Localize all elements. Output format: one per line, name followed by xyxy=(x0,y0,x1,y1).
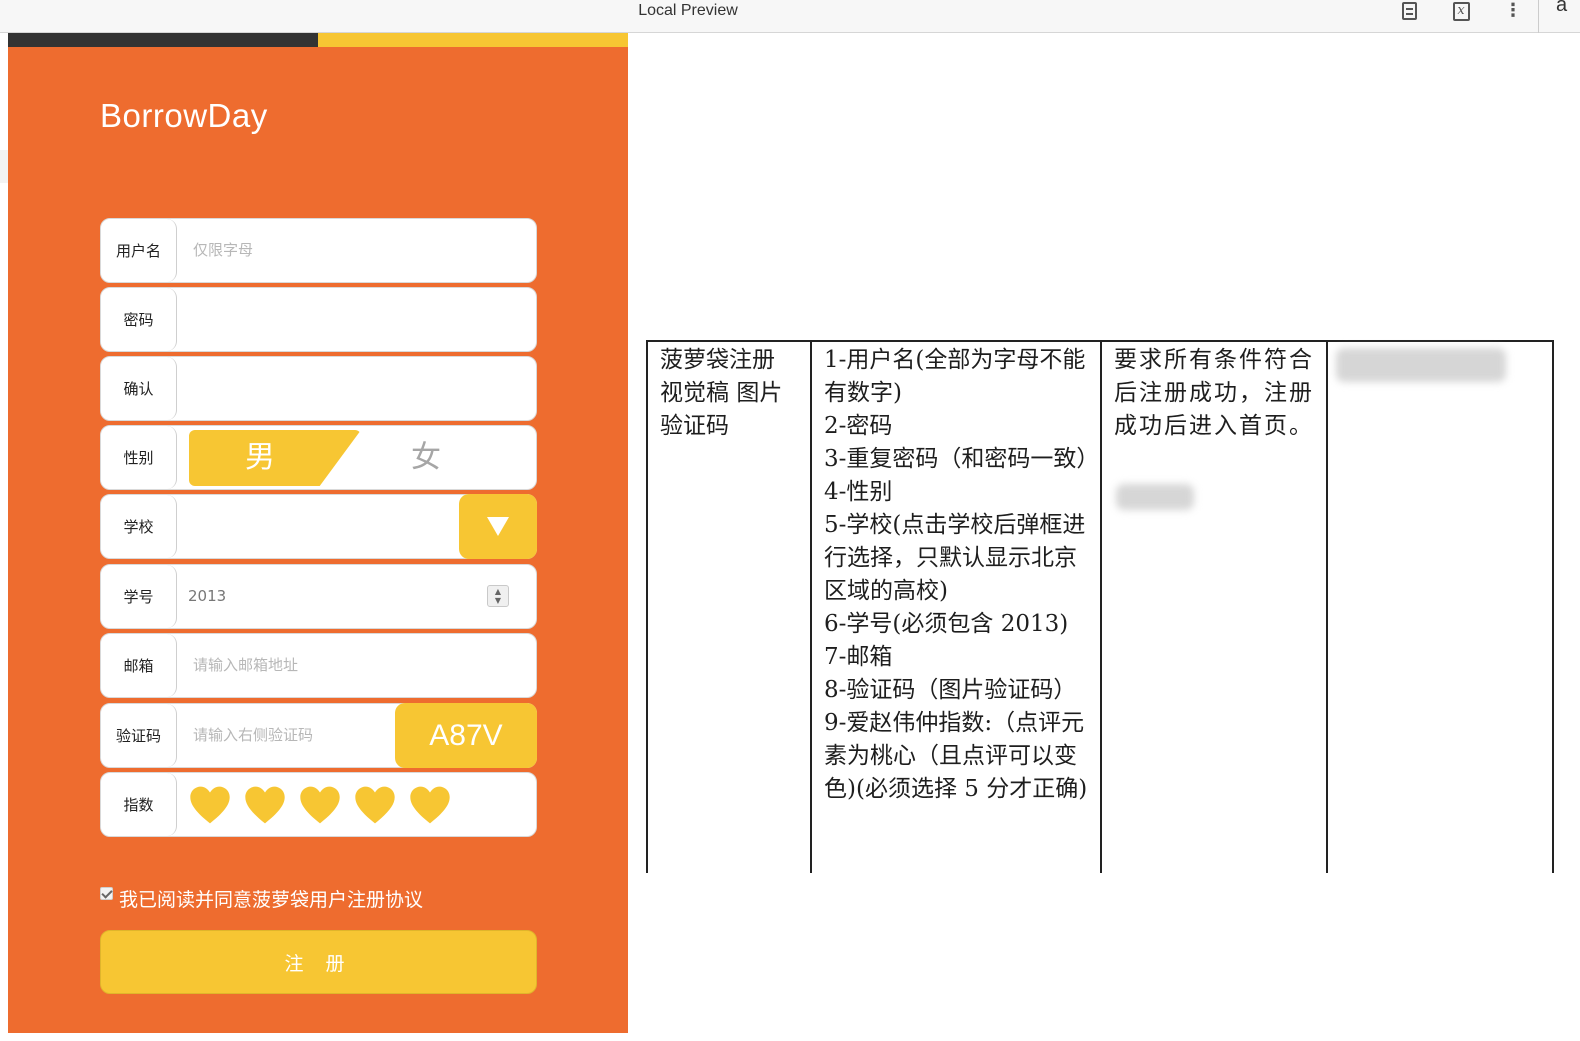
heart-icon[interactable] xyxy=(189,784,231,826)
school-row: 学校 xyxy=(100,494,537,559)
registration-panel: BorrowDay 用户名 仅限字母 密码 确认 性别 男 女 学校 学号 20… xyxy=(8,33,628,1033)
school-label: 学校 xyxy=(101,495,177,558)
email-label: 邮箱 xyxy=(101,634,177,697)
captcha-image[interactable]: A87V xyxy=(395,703,537,768)
more-vertical-icon[interactable]: ⋮ xyxy=(1502,0,1524,22)
captcha-row: 验证码 请输入右侧验证码 A87V xyxy=(100,703,537,768)
school-input[interactable] xyxy=(181,495,451,558)
student-id-row: 学号 2013 ▲ ▼ xyxy=(100,564,537,629)
condition-text: 要求所有条件符合后注册成功，注册成功后进入首页。 xyxy=(1114,347,1314,439)
requirement-item: 3-重复密码（和密码一致） xyxy=(824,446,1100,472)
student-id-label: 学号 xyxy=(101,565,177,628)
confirm-password-label: 确认 xyxy=(101,357,177,420)
confirm-password-row: 确认 xyxy=(100,356,537,421)
table-cell-condition: 要求所有条件符合后注册成功，注册成功后进入首页。 xyxy=(1100,342,1326,873)
requirements-table: 菠萝袋注册 视觉稿 图片验证码 1-用户名(全部为字母不能有数字) 2-密码 3… xyxy=(646,340,1554,873)
window-titlebar: Local Preview x ⋮ a xyxy=(0,0,1580,33)
heart-icon[interactable] xyxy=(244,784,286,826)
student-id-input[interactable]: 2013 xyxy=(188,565,226,628)
agreement: 我已阅读并同意菠萝袋用户注册协议 xyxy=(100,885,423,912)
username-input[interactable]: 仅限字母 xyxy=(193,219,253,282)
table-cell-requirements: 1-用户名(全部为字母不能有数字) 2-密码 3-重复密码（和密码一致） 4-性… xyxy=(810,342,1100,873)
requirement-item: 2-密码 xyxy=(824,413,893,439)
heart-icon[interactable] xyxy=(299,784,341,826)
heart-icon[interactable] xyxy=(409,784,451,826)
dropdown-triangle-icon xyxy=(487,517,509,536)
requirement-item: 6-学号(必须包含 2013) xyxy=(824,611,1069,637)
requirement-item: 5-学校(点击学校后弹框进行选择，只默认显示北京区域的高校) xyxy=(824,512,1086,604)
gender-row: 性别 男 女 xyxy=(100,425,537,490)
gender-male-option[interactable]: 男 xyxy=(189,430,361,486)
spinner-up-icon[interactable]: ▲ xyxy=(495,587,501,596)
spinner-down-icon[interactable]: ▼ xyxy=(495,596,501,605)
title-line: 视觉稿 xyxy=(660,380,729,406)
heart-rating xyxy=(189,779,451,831)
toolbar-divider xyxy=(1538,0,1539,33)
password-label: 密码 xyxy=(101,288,177,351)
register-button[interactable]: 注 册 xyxy=(100,930,537,994)
heart-icon[interactable] xyxy=(354,784,396,826)
font-a-icon[interactable]: a xyxy=(1556,0,1567,17)
agreement-checkbox[interactable] xyxy=(100,887,113,900)
window-title: Local Preview xyxy=(638,2,738,19)
redacted-blur xyxy=(1336,348,1506,382)
requirement-item: 4-性别 xyxy=(824,479,893,505)
brand-title: BorrowDay xyxy=(100,97,268,134)
confirm-password-input[interactable] xyxy=(181,357,531,420)
tab-strip-accent[interactable] xyxy=(318,33,628,47)
panel-edge xyxy=(0,150,8,183)
captcha-input[interactable]: 请输入右侧验证码 xyxy=(193,704,313,767)
email-row: 邮箱 请输入邮箱地址 xyxy=(100,633,537,698)
password-input[interactable] xyxy=(181,288,531,351)
title-line: 菠萝袋注册 xyxy=(660,347,775,373)
email-input[interactable]: 请输入邮箱地址 xyxy=(193,634,298,697)
username-label: 用户名 xyxy=(101,219,177,282)
gender-label: 性别 xyxy=(101,426,177,489)
school-dropdown-button[interactable] xyxy=(459,494,537,559)
tab-strip-dark[interactable] xyxy=(8,33,318,47)
title-lines: 菠萝袋注册 视觉稿 图片验证码 xyxy=(648,342,810,443)
requirement-item: 1-用户名(全部为字母不能有数字) xyxy=(824,347,1086,406)
requirement-item: 9-爱赵伟仲指数:（点评元素为桃心（且点评可以变色)(必须选择 5 分才正确) xyxy=(824,710,1088,802)
agreement-text[interactable]: 我已阅读并同意菠萝袋用户注册协议 xyxy=(119,885,423,912)
rating-label: 指数 xyxy=(101,773,177,836)
gender-female-option[interactable]: 女 xyxy=(391,430,461,486)
reader-mode-icon[interactable] xyxy=(1398,0,1420,22)
requirement-item: 8-验证码（图片验证码） xyxy=(824,677,1077,703)
captcha-label: 验证码 xyxy=(101,704,177,767)
number-spinner[interactable]: ▲ ▼ xyxy=(487,585,509,607)
username-row: 用户名 仅限字母 xyxy=(100,218,537,283)
redacted-blur xyxy=(1116,484,1194,510)
formula-icon[interactable]: x xyxy=(1450,0,1472,22)
table-cell-title: 菠萝袋注册 视觉稿 图片验证码 xyxy=(646,342,810,873)
requirement-item: 7-邮箱 xyxy=(824,644,893,670)
requirements-list: 1-用户名(全部为字母不能有数字) 2-密码 3-重复密码（和密码一致） 4-性… xyxy=(812,342,1100,806)
table-cell-notes xyxy=(1326,342,1554,873)
rating-row: 指数 xyxy=(100,772,537,837)
password-row: 密码 xyxy=(100,287,537,352)
